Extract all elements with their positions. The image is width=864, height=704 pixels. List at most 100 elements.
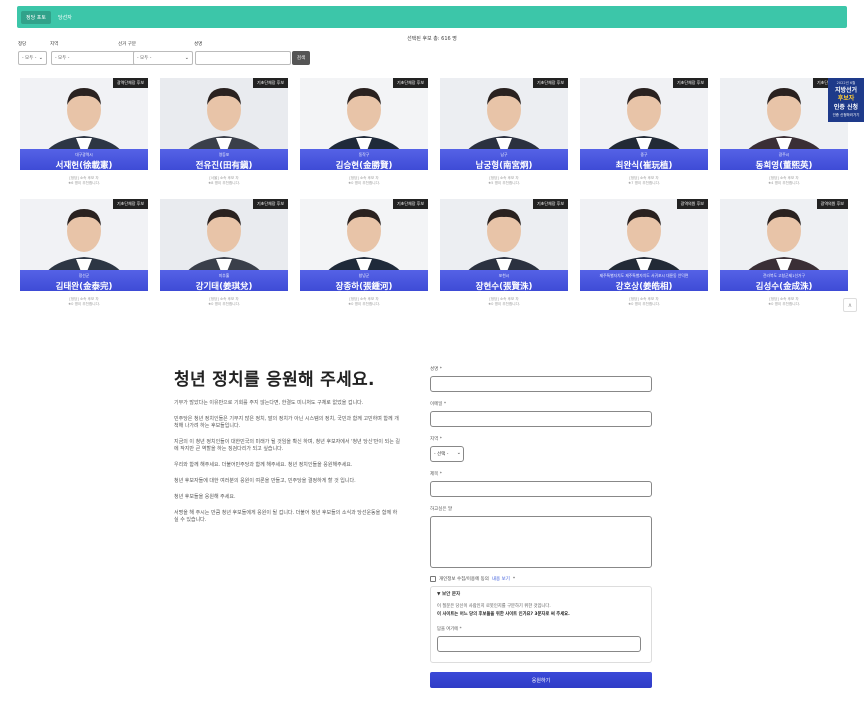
- candidate-name-bar: 정선군김태완(金泰完): [20, 270, 148, 292]
- party-select[interactable]: - 모두 - ⌄: [18, 51, 47, 65]
- title-field[interactable]: [430, 481, 652, 497]
- candidate-card[interactable]: 기초단체장 후보미추홀 강기태(姜琪兌) [정당] 소속 후보 자 ★0 명이 추천합…: [160, 199, 288, 306]
- candidate-region: 남구: [500, 152, 508, 157]
- candidate-name[interactable]: 남궁형(南宮炯): [440, 159, 568, 171]
- security-box: ▼ 보안 문자 이 질문은 당신이 사람인지 로봇인지를 구분하기 위한 것입니…: [430, 586, 652, 663]
- candidate-card[interactable]: 광역의원 후보 제주특별자치도 제주특별자치도 서귀포시 대륜동 안덕면 강호상(姜…: [580, 199, 708, 306]
- candidate-name[interactable]: 강호상(姜皓相): [580, 280, 708, 292]
- candidate-name[interactable]: 김승현(金勝賢): [300, 159, 428, 171]
- banner-line3: 인증 신청: [833, 104, 859, 111]
- search-button[interactable]: 검색: [292, 51, 310, 65]
- banner-bottom-text: 인증 신청하러가기: [832, 113, 860, 117]
- filter-bar: 정당 지역 선거 구분 성명 - 모두 -⌄ - 모두 -⌄ - 모두 -⌄: [18, 41, 318, 69]
- region-field-value: - 선택 -: [434, 452, 449, 457]
- candidate-recommend-count: ★7 명이 추천합니다.: [627, 181, 661, 185]
- candidate-region: 동작구: [358, 152, 370, 157]
- candidate-recommend-count: ★8 명이 추천합니다.: [207, 181, 241, 185]
- candidate-recommend-count: ★0 명이 추천합니다.: [627, 302, 661, 306]
- candidate-card[interactable]: 기초단체장 후보 중구 최완식(崔玩植) [정당] 소속 후보 자 ★7 명이 추천합니…: [580, 78, 708, 185]
- candidate-card[interactable]: 기초단체장 후보 영등포 전유진(田有鎭) [서울] 소속 후보 자 ★8 명이 추천합…: [160, 78, 288, 185]
- candidate-card[interactable]: 광역단체장 후보대구광역시서재헌(徐載憲) [정당] 소속 후보 자 ★6 명이 추…: [20, 78, 148, 185]
- candidate-card[interactable]: 기초단체장 후보 동작구 김승현(金勝賢) [정당] 소속 후보 자 ★0 명이 추천합…: [300, 78, 428, 185]
- candidate-region: 전라북도 고창군제1선거구: [762, 273, 806, 278]
- candidate-name[interactable]: 전유진(田有鎭): [160, 159, 288, 171]
- candidate-card[interactable]: 광역의원 후보 전라북도 고창군제1선거구 김성수(金成洙) [정당] 소속 후보 자…: [720, 199, 848, 306]
- candidate-region: 정선군: [78, 273, 90, 278]
- message-field-label: 하고싶은 말: [430, 507, 453, 512]
- privacy-checkbox[interactable]: [430, 576, 436, 582]
- candidate-type-badge: 기초단체장 후보: [392, 78, 428, 88]
- certification-banner[interactable]: 2022년 6월 지방선거 후보자 인증 신청 인증 신청하러가기: [828, 78, 864, 122]
- candidate-region: 대구광역시: [75, 152, 93, 157]
- name-field[interactable]: [430, 376, 652, 392]
- region-field-select[interactable]: - 선택 - ⌄: [430, 446, 464, 462]
- candidate-name-bar: 전라북도 고창군제1선거구김성수(金成洙): [720, 270, 848, 292]
- candidate-name[interactable]: 최완식(崔玩植): [580, 159, 708, 171]
- candidate-type-badge: 기초단체장 후보: [112, 199, 148, 209]
- security-description: 이 질문은 당신이 사람인지 로봇인지를 구분하기 위한 것입니다.: [437, 604, 551, 609]
- security-title[interactable]: ▼ 보안 문자: [437, 591, 645, 597]
- banner-line1: 지방선거: [834, 87, 858, 94]
- candidate-name[interactable]: 동희영(董熙英): [720, 159, 848, 171]
- candidate-name[interactable]: 장현수(張賢洙): [440, 280, 568, 292]
- candidate-name-bar: 중구 최완식(崔玩植): [580, 149, 708, 171]
- email-field[interactable]: [430, 411, 652, 427]
- party-select-value: - 모두 -: [22, 56, 37, 61]
- scroll-top-button[interactable]: ∧: [843, 298, 857, 312]
- appeal-paragraph: 청년 후보자들에 대한 여러분의 응원이 여론을 만들고, 민주당을 결정하게 …: [174, 478, 356, 484]
- candidate-recommend-count: ★0 명이 추천합니다.: [487, 302, 521, 306]
- region-select-value: - 모두 -: [55, 56, 70, 61]
- candidate-name-bar: 미추홀 강기태(姜琪兌): [160, 270, 288, 292]
- candidate-recommend-count: ★6 명이 추천합니다.: [67, 181, 101, 185]
- candidate-recommend-count: ★0 명이 추천합니다.: [67, 302, 101, 306]
- tab-party-photo[interactable]: 정당 포토: [21, 10, 51, 24]
- title-field-label: 제목 *: [430, 472, 442, 477]
- candidate-name-bar: 대구광역시서재헌(徐載憲): [20, 149, 148, 171]
- answer-field[interactable]: [437, 636, 641, 652]
- candidate-meta: [정당] 소속 후보 자 ★6 명이 추천합니다.: [20, 176, 148, 186]
- candidate-meta: [정당] 소속 후보 자 ★0 명이 추천합니다.: [160, 297, 288, 307]
- banner-top-text: 2022년 6월: [836, 81, 856, 85]
- name-search-input[interactable]: [195, 51, 291, 65]
- candidate-type-badge: 광역단체장 후보: [112, 78, 148, 88]
- candidate-type-badge: 기초단체장 후보: [252, 199, 288, 209]
- name-field-label: 성명 *: [430, 367, 442, 372]
- submit-button[interactable]: 응원하기: [430, 672, 652, 688]
- candidate-type-badge: 기초단체장 후보: [392, 199, 428, 209]
- candidate-card[interactable]: 기초단체장 후보 정선군 김태완(金泰完) [정당] 소속 후보 자 ★0 명이 추천합…: [20, 199, 148, 306]
- district-select-value: - 모두 -: [137, 56, 152, 61]
- candidate-region: 영등포: [218, 152, 230, 157]
- message-field[interactable]: [430, 516, 652, 568]
- candidate-card[interactable]: 기초단체장 후보남구남궁형(南宮炯) [정당] 소속 후보 자 ★5 명이 추천합니…: [440, 78, 568, 185]
- candidate-region: 창녕군: [358, 273, 370, 278]
- candidate-card[interactable]: 기초단체장 후보창녕군장종하(張鍾河) [정당] 소속 후보 자 ★0 명이 추천합…: [300, 199, 428, 306]
- district-select[interactable]: - 모두 - ⌄: [133, 51, 193, 65]
- appeal-paragraph: 지금의 이 청년 정치인들이 대한민국의 미래가 될 것임을 확신 하며, 청년…: [174, 439, 400, 452]
- candidate-meta: [서울] 소속 후보 자 ★8 명이 추천합니다.: [160, 176, 288, 186]
- candidate-name[interactable]: 김성수(金成洙): [720, 280, 848, 292]
- tab-elected[interactable]: 당선자: [53, 11, 77, 24]
- chevron-down-icon: ⌄: [456, 450, 461, 456]
- candidate-name[interactable]: 장종하(張鍾河): [300, 280, 428, 292]
- candidate-meta: [정당] 소속 후보 자 ★4 명이 추천합니다.: [720, 176, 848, 186]
- candidate-card[interactable]: 기초단체장 후보 포천시 장현수(張賢洙) [정당] 소속 후보 자 ★0 명이 추천합…: [440, 199, 568, 306]
- top-tab-bar: 정당 포토 당선자: [17, 6, 847, 28]
- appeal-paragraph: 우리와 함께 해주세요. 더불어민주당과 함께 해주세요. 청년 정치인들을 응…: [174, 462, 353, 468]
- region-field-label: 지역 *: [430, 437, 442, 442]
- candidate-recommend-count: ★4 명이 추천합니다.: [767, 181, 801, 185]
- candidate-name[interactable]: 서재헌(徐載憲): [20, 159, 148, 171]
- candidate-name[interactable]: 강기태(姜琪兌): [160, 280, 288, 292]
- email-field-label: 이메일 *: [430, 402, 447, 407]
- candidate-type-badge: 기초단체장 후보: [532, 78, 568, 88]
- appeal-paragraph: 기부가 많았다는 이유만으로 기회를 주지 않는다면, 한결도 미니처도 구체로…: [174, 400, 364, 406]
- answer-field-label: 답을 여기에 *: [437, 627, 462, 632]
- candidate-name[interactable]: 김태완(金泰完): [20, 280, 148, 292]
- candidate-meta: [정당] 소속 후보 자 ★5 명이 추천합니다.: [440, 176, 568, 186]
- candidate-meta: [정당] 소속 후보 자 ★0 명이 추천합니다.: [300, 297, 428, 307]
- candidate-type-badge: 기초단체장 후보: [672, 78, 708, 88]
- privacy-agree-text: 개인정보 수집/이용에 동의: [439, 577, 489, 582]
- required-mark: *: [512, 576, 516, 582]
- appeal-paragraph: 청년 후보들을 응원해 주세요.: [174, 494, 236, 500]
- candidate-name-bar: 창녕군장종하(張鍾河): [300, 270, 428, 292]
- privacy-details-link[interactable]: 내용 보기: [492, 576, 510, 582]
